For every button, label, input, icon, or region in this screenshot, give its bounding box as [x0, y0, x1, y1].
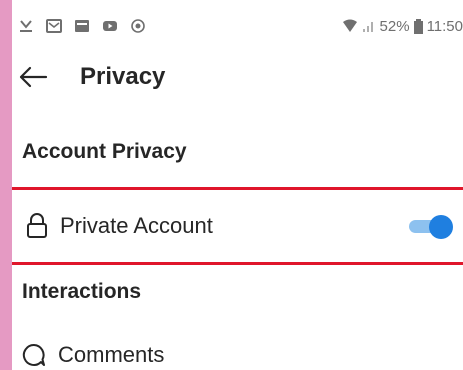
app-header: Privacy: [12, 52, 463, 102]
battery-icon: [413, 18, 423, 34]
private-account-row[interactable]: Private Account: [12, 187, 463, 265]
status-left-icons: [18, 19, 146, 33]
comment-bubble-icon: [22, 343, 45, 366]
status-right: 52% 11:50: [342, 18, 463, 35]
message-icon: [75, 20, 89, 32]
clock: 11:50: [426, 17, 463, 35]
comments-label: Comments: [58, 342, 165, 367]
back-button[interactable]: [18, 66, 48, 88]
gmail-icon: [46, 19, 62, 33]
toggle-knob: [429, 215, 453, 239]
lock-icon: [27, 213, 47, 238]
wifi-icon: [342, 19, 357, 32]
status-bar: 52% 11:50: [12, 0, 463, 52]
signal-icon: [362, 22, 373, 32]
battery-percent: 52%: [379, 17, 410, 35]
arrow-left-icon: [19, 66, 48, 88]
section-header-interactions: Interactions: [22, 280, 142, 303]
private-account-toggle[interactable]: [409, 215, 453, 239]
phone-screen: 52% 11:50 Privacy Account Privacy Privat…: [12, 0, 463, 370]
download-icon: [20, 20, 32, 32]
section-header-account-privacy: Account Privacy: [22, 140, 187, 163]
page-title: Privacy: [80, 63, 166, 90]
private-account-label: Private Account: [60, 213, 213, 238]
comments-row[interactable]: Comments: [12, 338, 463, 370]
youtube-icon: [103, 21, 117, 31]
cast-icon: [131, 19, 145, 33]
